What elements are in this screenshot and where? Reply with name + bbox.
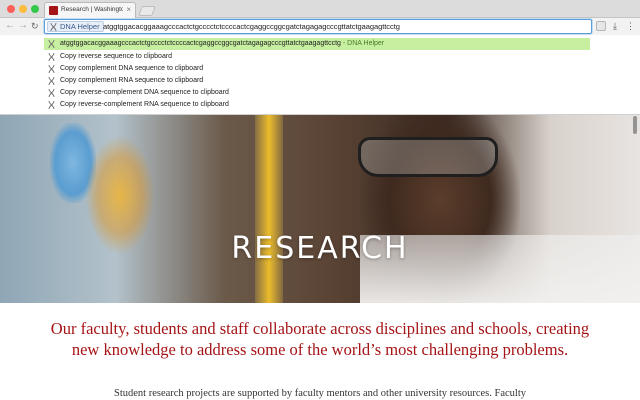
- suggestion-item[interactable]: Copy reverse sequence to clipboard: [44, 51, 590, 63]
- window-close-button[interactable]: [7, 5, 15, 13]
- hero-photo-test-tube: [255, 115, 283, 303]
- dna-helper-icon: [48, 53, 55, 61]
- dna-helper-icon: [48, 77, 55, 85]
- suggestion-item[interactable]: Copy complement RNA sequence to clipboar…: [44, 75, 590, 87]
- suggestion-text: Copy complement RNA sequence to clipboar…: [60, 77, 204, 84]
- tab-strip: Research | Washington Uni ×: [0, 0, 640, 18]
- reload-icon[interactable]: ↻: [31, 20, 39, 32]
- body-paragraph: Student research projects are supported …: [114, 388, 526, 399]
- suggestion-item[interactable]: atggtggacacggaaagcccactctgcccctctccccact…: [44, 38, 590, 50]
- suggestion-text: atggtggacacggaaagcccactctgcccctctccccact…: [60, 40, 341, 47]
- browser-toolbar: ← → ↻ DNA Helper atggtggacacggaaagcccact…: [0, 18, 640, 35]
- dna-helper-icon: [48, 65, 55, 73]
- extension-icon[interactable]: [596, 21, 606, 31]
- dna-helper-icon: [48, 101, 55, 109]
- tab-close-icon[interactable]: ×: [126, 5, 131, 15]
- window-maximize-button[interactable]: [31, 5, 39, 13]
- menu-icon[interactable]: ⋮: [626, 21, 636, 31]
- suggestion-suffix: - DNA Helper: [340, 40, 385, 47]
- dna-helper-icon: [50, 23, 57, 31]
- forward-icon[interactable]: →: [18, 20, 28, 32]
- suggestion-item[interactable]: Copy complement DNA sequence to clipboar…: [44, 63, 590, 75]
- download-icon[interactable]: ⤓: [610, 21, 620, 31]
- hero-banner: RESEARCH: [0, 115, 640, 303]
- suggestion-text: Copy reverse-complement DNA sequence to …: [60, 89, 229, 96]
- suggestion-text: Copy reverse-complement RNA sequence to …: [60, 101, 229, 108]
- hero-photo-goggles: [358, 137, 498, 177]
- dna-helper-icon: [48, 89, 55, 97]
- dna-helper-icon: [48, 40, 55, 48]
- hero-title: RESEARCH: [231, 231, 409, 266]
- tab-research[interactable]: Research | Washington Uni ×: [44, 2, 136, 18]
- address-input-text[interactable]: atggtggacacggaaagcccactctgcccctctccccact…: [103, 22, 400, 31]
- new-tab-button[interactable]: [138, 6, 156, 16]
- lead-paragraph: Our faculty, students and staff collabor…: [50, 319, 590, 359]
- suggestion-item[interactable]: Copy reverse-complement DNA sequence to …: [44, 87, 590, 99]
- suggestion-text: Copy reverse sequence to clipboard: [60, 53, 173, 60]
- suggestion-item[interactable]: Copy reverse-complement RNA sequence to …: [44, 99, 590, 111]
- back-icon[interactable]: ←: [5, 20, 15, 32]
- tab-title: Research | Washington Uni: [61, 6, 123, 13]
- window-minimize-button[interactable]: [19, 5, 27, 13]
- suggestion-text: Copy complement DNA sequence to clipboar…: [60, 65, 204, 72]
- search-keyword-chip[interactable]: DNA Helper: [47, 21, 104, 32]
- omnibox-suggestions: atggtggacacggaaagcccactctgcccctctccccact…: [0, 35, 640, 115]
- address-bar[interactable]: DNA Helper atggtggacacggaaagcccactctgccc…: [44, 19, 592, 34]
- search-keyword-label: DNA Helper: [60, 22, 100, 31]
- scrollbar-thumb[interactable]: [633, 116, 637, 134]
- favicon-icon: [49, 6, 58, 15]
